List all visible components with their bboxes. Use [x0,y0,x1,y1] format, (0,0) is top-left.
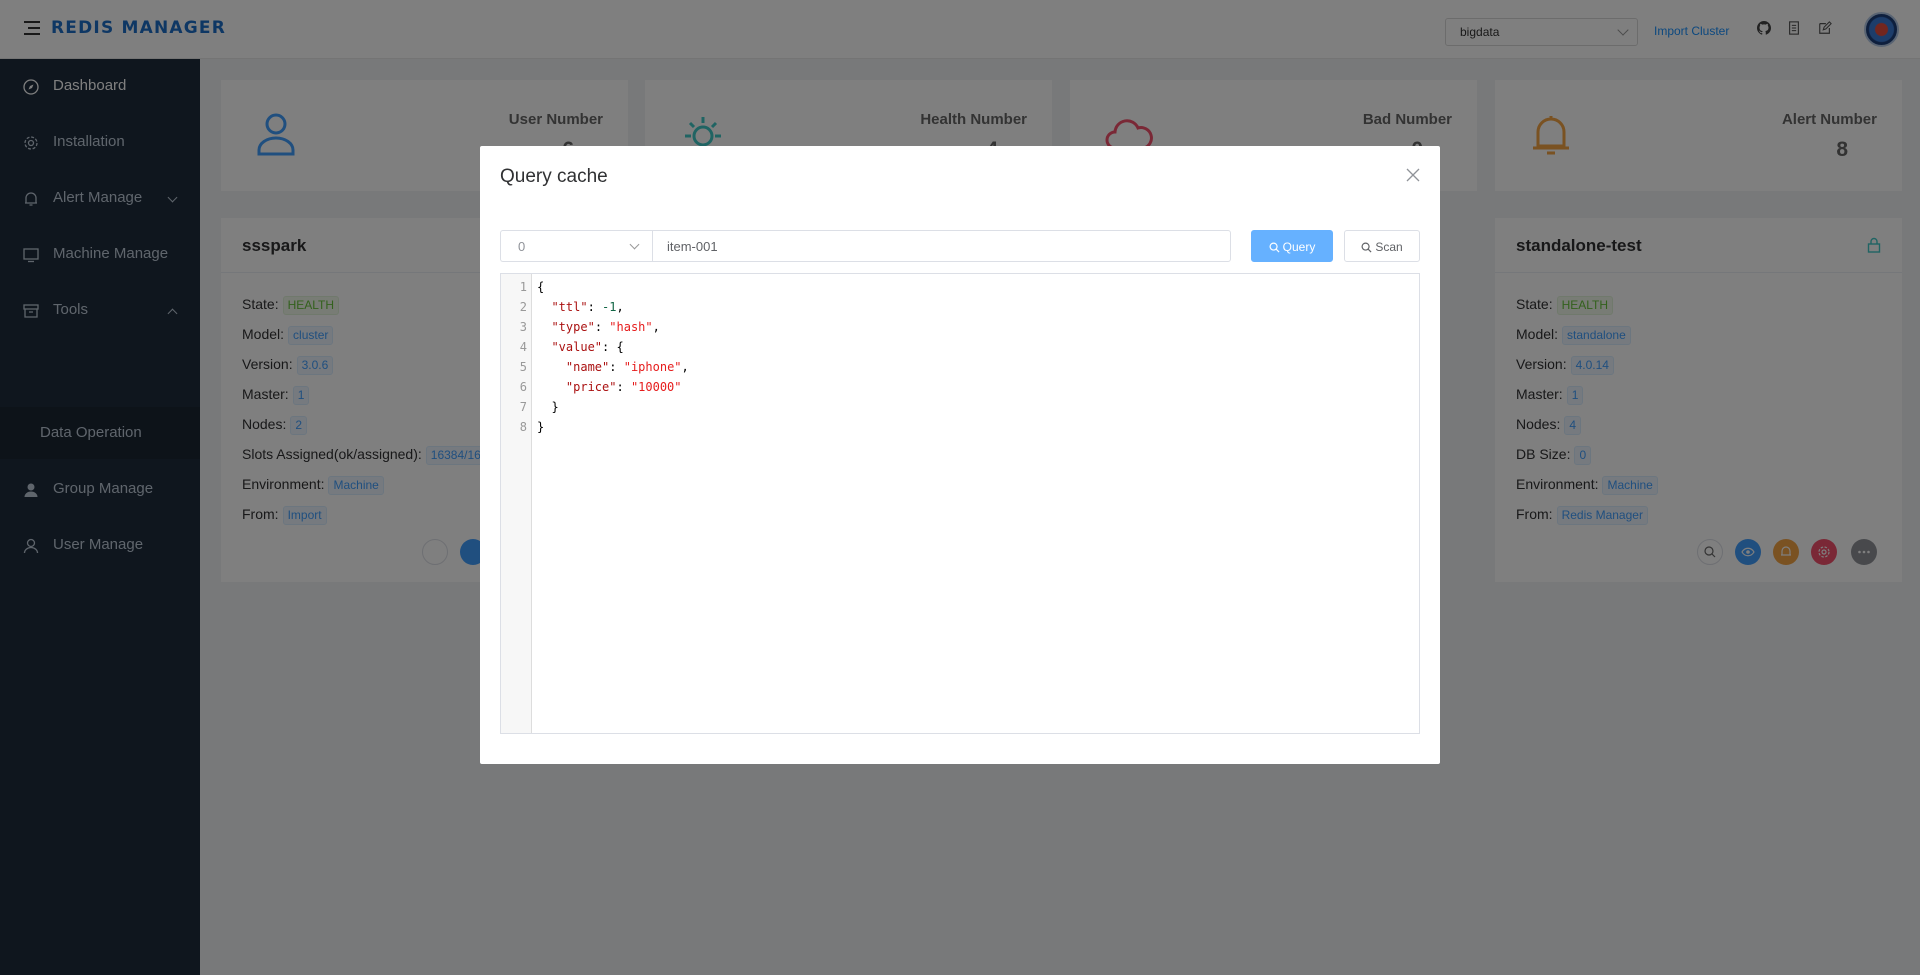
line-number: 4 [519,340,527,354]
line-number: 7 [519,400,527,414]
line-number: 8 [519,420,527,434]
dialog-title: Query cache [500,166,608,187]
line-number: 5 [519,360,527,374]
search-icon [1269,242,1280,253]
query-cache-dialog: Query cache 0 Query Scan 1 2 3 4 5 6 7 8… [480,146,1440,764]
db-index-select[interactable]: 0 [500,230,652,262]
chevron-down-icon [629,239,640,250]
line-number: 1 [519,280,527,294]
close-icon[interactable] [1406,168,1420,182]
code-line: "value": { [551,340,624,354]
search-icon [1361,242,1372,253]
line-number: 3 [519,320,527,334]
code-line: { [537,280,545,294]
scan-button[interactable]: Scan [1344,230,1420,262]
query-button-label: Query [1282,240,1316,254]
code-line: "price": "10000" [565,380,682,394]
code-line: "ttl": -1, [551,300,624,314]
code-line: "type": "hash", [551,320,660,334]
line-number-gutter: 1 2 3 4 5 6 7 8 [501,274,532,733]
line-number: 2 [519,300,527,314]
code-line: "name": "iphone", [565,360,689,374]
query-button[interactable]: Query [1251,230,1333,262]
line-number: 6 [519,380,527,394]
code-line: } [537,400,559,414]
scan-button-label: Scan [1375,240,1403,254]
key-input[interactable] [652,230,1231,262]
code-line: } [537,420,545,434]
db-index-value: 0 [518,239,526,254]
json-result-editor[interactable]: 1 2 3 4 5 6 7 8 { "ttl": -1, "type": "ha… [500,273,1420,734]
